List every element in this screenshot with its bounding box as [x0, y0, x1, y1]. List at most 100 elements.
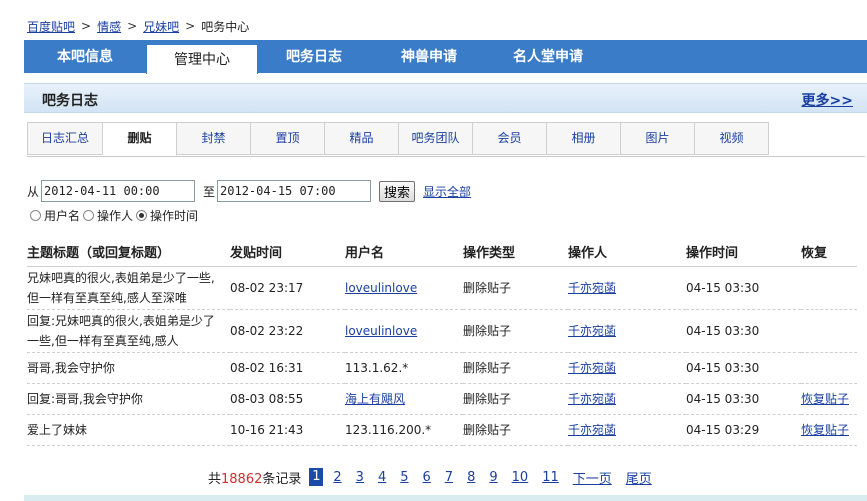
- breadcrumb-link-emotion[interactable]: 情感: [97, 18, 121, 35]
- subtab-pin[interactable]: 置顶: [251, 122, 325, 155]
- operation-type: 删除贴子: [463, 309, 568, 353]
- search-type-radios: 用户名 操作人 操作时间: [30, 206, 201, 224]
- record-count-number: 18862: [221, 471, 263, 487]
- operation-type: 删除贴子: [463, 414, 568, 446]
- tab-management-center[interactable]: 管理中心: [146, 44, 258, 74]
- page-link-7[interactable]: 7: [445, 470, 453, 485]
- page-link-3[interactable]: 3: [356, 470, 364, 485]
- radio-operation-time-label: 操作时间: [150, 208, 199, 223]
- subtab-delete-posts[interactable]: 删贴: [103, 122, 177, 156]
- col-header-restore: 恢复: [801, 238, 857, 267]
- current-page: 1: [309, 468, 324, 486]
- restore-post-link[interactable]: 恢复贴子: [801, 392, 849, 406]
- radio-operator[interactable]: [83, 209, 95, 221]
- main-tab-bar: 本吧信息 管理中心 吧务日志 神兽申请 名人堂申请: [24, 40, 867, 74]
- operation-type: 删除贴子: [463, 266, 568, 310]
- breadcrumb-link-forum[interactable]: 兄妹吧: [143, 18, 179, 35]
- username-link[interactable]: 海上有飓风: [345, 392, 405, 406]
- page-link-2[interactable]: 2: [333, 470, 341, 485]
- radio-username-label: 用户名: [44, 208, 81, 223]
- from-label: 从: [27, 184, 40, 199]
- breadcrumb: 百度贴吧 > 情感 > 兄妹吧 > 吧务中心: [27, 17, 249, 35]
- operation-time: 04-15 03:30: [686, 309, 801, 353]
- section-title: 吧务日志: [42, 93, 98, 109]
- record-count: 共18862条记录: [208, 471, 302, 487]
- post-title: 回复:哥哥,我会守护你: [27, 383, 230, 415]
- breadcrumb-separator: >: [185, 19, 196, 33]
- date-filter: 从 至 搜索 显示全部: [27, 179, 471, 203]
- page-link-10[interactable]: 10: [512, 470, 529, 485]
- table-header-row: 主题标题（或回复标题） 发贴时间 用户名 操作类型 操作人 操作时间 恢复: [27, 238, 857, 267]
- col-header-op-type: 操作类型: [463, 238, 568, 267]
- col-header-post-time: 发贴时间: [230, 238, 345, 267]
- operator-link[interactable]: 千亦宛菡: [568, 392, 616, 406]
- breadcrumb-separator: >: [127, 19, 138, 33]
- radio-username[interactable]: [30, 209, 41, 221]
- page-link-11[interactable]: 11: [542, 470, 559, 485]
- subtab-admin-team[interactable]: 吧务团队: [399, 122, 473, 155]
- subtab-videos[interactable]: 视频: [695, 122, 769, 155]
- page-link-5[interactable]: 5: [400, 470, 408, 485]
- operation-time: 04-15 03:30: [686, 383, 801, 415]
- operator-link[interactable]: 千亦宛菡: [568, 281, 616, 295]
- radio-operator-label: 操作人: [97, 208, 134, 223]
- breadcrumb-link-tieba[interactable]: 百度贴吧: [27, 18, 75, 35]
- deletion-log-table: 主题标题（或回复标题） 发贴时间 用户名 操作类型 操作人 操作时间 恢复 兄妹…: [27, 238, 857, 446]
- col-header-title: 主题标题（或回复标题）: [27, 238, 230, 267]
- post-time: 08-03 08:55: [230, 383, 345, 415]
- breadcrumb-separator: >: [81, 19, 92, 33]
- search-button[interactable]: 搜索: [379, 180, 416, 202]
- breadcrumb-current: 吧务中心: [201, 19, 250, 34]
- subtab-log-summary[interactable]: 日志汇总: [27, 122, 103, 155]
- table-row: 兄妹吧真的很火,表姐弟是少了一些,但一样有至真至纯,感人至深唯 08-02 23…: [27, 266, 857, 310]
- subtab-ban[interactable]: 封禁: [177, 122, 251, 155]
- subtab-members[interactable]: 会员: [473, 122, 547, 155]
- post-time: 08-02 16:31: [230, 352, 345, 384]
- operator-link[interactable]: 千亦宛菡: [568, 324, 616, 338]
- footer-bar: [24, 495, 867, 501]
- operator-link[interactable]: 千亦宛菡: [568, 423, 616, 437]
- page-link-6[interactable]: 6: [423, 470, 431, 485]
- restore-cell: [801, 352, 857, 384]
- end-date-input[interactable]: [217, 180, 372, 202]
- tab-admin-log[interactable]: 吧务日志: [258, 40, 370, 73]
- start-date-input[interactable]: [41, 180, 196, 202]
- operation-type: 删除贴子: [463, 383, 568, 415]
- radio-operation-time[interactable]: [136, 209, 148, 221]
- last-page-link[interactable]: 尾页: [626, 468, 652, 487]
- operation-type: 删除贴子: [463, 352, 568, 384]
- tab-beast-application[interactable]: 神兽申请: [370, 40, 488, 73]
- restore-cell: [801, 309, 857, 353]
- more-link[interactable]: 更多>>: [802, 90, 853, 110]
- table-row: 爱上了妹妹 10-16 21:43 123.116.200.* 删除贴子 千亦宛…: [27, 414, 857, 446]
- subtab-albums[interactable]: 相册: [547, 122, 621, 155]
- table-row: 回复:兄妹吧真的很火,表姐弟是少了一些,但一样有至真至纯,感人 08-02 23…: [27, 309, 857, 353]
- post-title: 兄妹吧真的很火,表姐弟是少了一些,但一样有至真至纯,感人至深唯: [27, 266, 230, 310]
- pagination: 共18862条记录 1 2 3 4 5 6 7 8 9 10 11 下一页 尾页: [208, 467, 666, 487]
- post-title: 哥哥,我会守护你: [27, 352, 230, 384]
- subtab-images[interactable]: 图片: [621, 122, 695, 155]
- username-ip: 123.116.200.*: [345, 414, 463, 446]
- tab-hall-of-fame-application[interactable]: 名人堂申请: [488, 40, 608, 73]
- post-title: 回复:兄妹吧真的很火,表姐弟是少了一些,但一样有至真至纯,感人: [27, 309, 230, 353]
- restore-post-link[interactable]: 恢复贴子: [801, 423, 849, 437]
- table-row: 哥哥,我会守护你 08-02 16:31 113.1.62.* 删除贴子 千亦宛…: [27, 352, 857, 384]
- post-time: 08-02 23:17: [230, 266, 345, 310]
- show-all-link[interactable]: 显示全部: [423, 183, 471, 200]
- next-page-link[interactable]: 下一页: [573, 468, 612, 487]
- subtab-featured[interactable]: 精品: [325, 122, 399, 155]
- username-link[interactable]: loveulinlove: [345, 324, 417, 338]
- page-link-4[interactable]: 4: [378, 470, 386, 485]
- log-category-tabs: 日志汇总 删贴 封禁 置顶 精品 吧务团队 会员 相册 图片 视频: [27, 122, 865, 157]
- col-header-op-time: 操作时间: [686, 238, 801, 267]
- post-title: 爱上了妹妹: [27, 414, 230, 446]
- username-ip: 113.1.62.*: [345, 352, 463, 384]
- table-row: 回复:哥哥,我会守护你 08-03 08:55 海上有飓风 删除贴子 千亦宛菡 …: [27, 383, 857, 415]
- operator-link[interactable]: 千亦宛菡: [568, 361, 616, 375]
- page-link-8[interactable]: 8: [467, 470, 475, 485]
- username-link[interactable]: loveulinlove: [345, 281, 417, 295]
- col-header-operator: 操作人: [568, 238, 686, 267]
- page-link-9[interactable]: 9: [489, 470, 497, 485]
- tab-forum-info[interactable]: 本吧信息: [24, 40, 146, 73]
- col-header-username: 用户名: [345, 238, 463, 267]
